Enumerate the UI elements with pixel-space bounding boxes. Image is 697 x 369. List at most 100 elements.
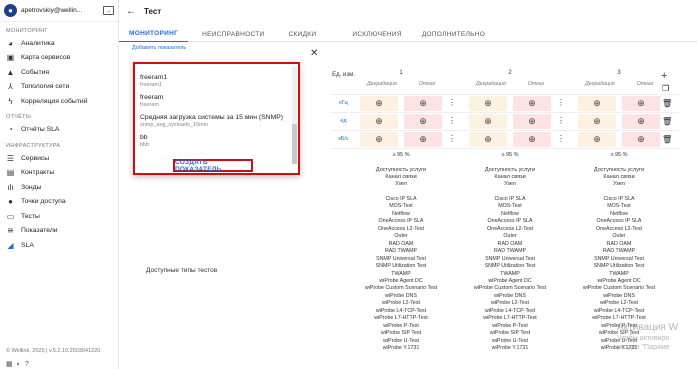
degradation-cell-add-icon[interactable]: ⊕	[360, 132, 398, 147]
analytics-icon: ◕	[8, 38, 13, 48]
test-type-item: wiProbe Agent DC	[597, 277, 641, 284]
test-type-item: wiProbe P-Test	[492, 322, 528, 329]
tab-bar: МОНИТОРИНГ НЕИСПРАВНОСТИ СКИДКИ ИСКЛЮЧЕНИЯ Д…	[119, 26, 697, 42]
sidebar-item[interactable]: ▣ Карта сервисов	[0, 51, 118, 66]
row-divider	[331, 130, 679, 131]
dropdown-option[interactable]: bb bbb	[140, 131, 285, 151]
test-type-item: wiProbe SIP Test	[489, 330, 531, 337]
column-number: 3	[617, 70, 621, 76]
sidebar-item[interactable]: ◔ Отчёты SLA	[0, 123, 118, 138]
trash-icon[interactable]: 🗑	[662, 117, 672, 126]
sidebar-item[interactable]: ϟ Корреляция событий	[0, 94, 118, 109]
sidebar-item[interactable]: ◕ Аналитика	[0, 36, 118, 51]
failure-label: Отказ	[636, 81, 654, 87]
sidebar-item-label: Топология сети	[21, 83, 70, 91]
test-type-item: wiProbe L4-TCP-Test	[375, 307, 427, 314]
degradation-label: Деградация	[366, 81, 397, 87]
back-arrow-icon[interactable]: ←	[126, 6, 136, 17]
test-type-item: RAD TWAMP	[602, 248, 636, 255]
threshold-percent: ≥ 95 %	[501, 152, 519, 158]
topbar: ← Тест	[119, 0, 697, 22]
sidebar-item[interactable]: ⅄ Топология сети	[0, 80, 118, 95]
test-type-item: wiProbe P-Test	[383, 322, 419, 329]
more-options-icon[interactable]: ⋮	[557, 98, 565, 107]
sla-icon: ◢	[7, 240, 14, 250]
more-options-icon[interactable]: ⋮	[448, 98, 456, 107]
services-list: Доступность услуги Канал связи Узел	[574, 167, 664, 188]
failure-cell-add-icon[interactable]: ⊕	[622, 114, 660, 129]
test-type-item: wiProbe L2-Test	[382, 300, 420, 307]
failure-cell-add-icon[interactable]: ⊕	[513, 132, 551, 147]
more-options-icon[interactable]: ⋮	[557, 134, 565, 143]
logout-icon[interactable]: →	[103, 6, 114, 15]
create-indicator-button[interactable]: СОЗДАТЬ ПОКАЗАТЕЛЬ	[173, 159, 253, 173]
test-type-item: Outer	[503, 233, 517, 240]
degradation-cell-add-icon[interactable]: ⊕	[578, 114, 616, 129]
dropdown-option[interactable]: freeram1 freeram1	[140, 71, 285, 91]
tab[interactable]: НЕИСПРАВНОСТИ	[188, 26, 274, 42]
more-options-icon[interactable]: ⋮	[557, 116, 565, 125]
sidebar-item[interactable]: ≅ Показатели	[0, 224, 118, 239]
test-type-item: wiProbe U-Test	[492, 337, 528, 344]
more-options-icon[interactable]: ⋮	[448, 116, 456, 125]
add-column-icon[interactable]: +	[661, 70, 667, 82]
dropdown-option[interactable]: Средняя загрузка системы за 15 мин (SNMP…	[140, 111, 285, 131]
service-item: Доступность услуги	[593, 167, 645, 173]
degradation-cell-add-icon[interactable]: ⊕	[469, 132, 507, 147]
test-type-item: wiProbe Agent DC	[488, 277, 532, 284]
sidebar-item[interactable]: ☰ Сервисы	[0, 151, 118, 166]
unit-header: Ед. изм.	[332, 72, 355, 78]
scrollbar-thumb[interactable]	[292, 124, 297, 164]
degradation-cell-add-icon[interactable]: ⊕	[578, 96, 616, 111]
tab[interactable]: СКИДКИ	[275, 26, 327, 42]
test-type-item: SNMP Utilization Test	[484, 263, 536, 270]
failure-cell-add-icon[interactable]: ⊕	[622, 96, 660, 111]
test-type-item: OneAccess IP SLA	[596, 218, 642, 225]
more-options-icon[interactable]: ⋮	[448, 134, 456, 143]
dropdown-option[interactable]: freeram freeram	[140, 91, 285, 111]
user-name[interactable]: apetrovskiy@wellin...	[21, 7, 103, 14]
row-divider	[331, 148, 679, 149]
sidebar: ● apetrovskiy@wellin... → МОНИТОРИНГ ◕ Ана…	[0, 0, 119, 369]
watermark-line1: Активация W	[617, 322, 679, 333]
trash-icon[interactable]: 🗑	[662, 135, 672, 144]
service-item: Доступность услуги	[375, 167, 427, 173]
theme-icon[interactable]: ◐	[17, 361, 25, 368]
failure-cell-add-icon[interactable]: ⊕	[513, 114, 551, 129]
test-type-item: SNMP Universal Test	[376, 255, 426, 262]
copy-icon[interactable]: ❐	[662, 84, 669, 93]
failure-cell-add-icon[interactable]: ⊕	[404, 96, 442, 111]
degradation-cell-add-icon[interactable]: ⊕	[578, 132, 616, 147]
failure-cell-add-icon[interactable]: ⊕	[404, 114, 442, 129]
unit-value[interactable]: кГц	[331, 100, 356, 106]
close-icon[interactable]: ✕	[310, 48, 318, 59]
tab[interactable]: ИСКЛЮЧЕНИЯ	[326, 26, 412, 42]
sidebar-item[interactable]: ◢ SLA	[0, 238, 118, 253]
indicator-list: freeram1 freeram1 freeram freeram Средняя за…	[135, 64, 290, 155]
sidebar-item-label: Сервисы	[21, 154, 50, 162]
sidebar-item[interactable]: ▤ Контракты	[0, 166, 118, 181]
trash-icon[interactable]: 🗑	[662, 99, 672, 108]
degradation-cell-add-icon[interactable]: ⊕	[469, 114, 507, 129]
dropdown-scrollbar[interactable]	[292, 66, 297, 164]
sidebar-item[interactable]: ılı Зонды	[0, 180, 118, 195]
degradation-cell-add-icon[interactable]: ⊕	[360, 114, 398, 129]
unit-value[interactable]: кБ/с	[331, 136, 356, 142]
tab[interactable]: МОНИТОРИНГ	[119, 26, 189, 42]
add-indicator-link[interactable]: Добавить показатель	[132, 45, 186, 51]
unit-value[interactable]: ед	[331, 118, 356, 124]
sidebar-item[interactable]: ▭ Тесты	[0, 209, 118, 224]
failure-cell-add-icon[interactable]: ⊕	[404, 132, 442, 147]
failure-cell-add-icon[interactable]: ⊕	[622, 132, 660, 147]
degradation-cell-add-icon[interactable]: ⊕	[469, 96, 507, 111]
user-avatar-icon[interactable]: ●	[4, 4, 17, 17]
sidebar-item[interactable]: ▲ События	[0, 65, 118, 80]
tab[interactable]: ДОПОЛНИТЕЛЬНО	[412, 26, 495, 42]
threshold-percent: ≥ 95 %	[610, 152, 628, 158]
sidebar-item[interactable]: ● Точки доступа	[0, 195, 118, 210]
degradation-cell-add-icon[interactable]: ⊕	[360, 96, 398, 111]
test-type-item: SNMP Universal Test	[594, 255, 644, 262]
language-icon[interactable]: ▦	[6, 361, 17, 368]
help-icon[interactable]: ?	[25, 361, 33, 368]
failure-cell-add-icon[interactable]: ⊕	[513, 96, 551, 111]
